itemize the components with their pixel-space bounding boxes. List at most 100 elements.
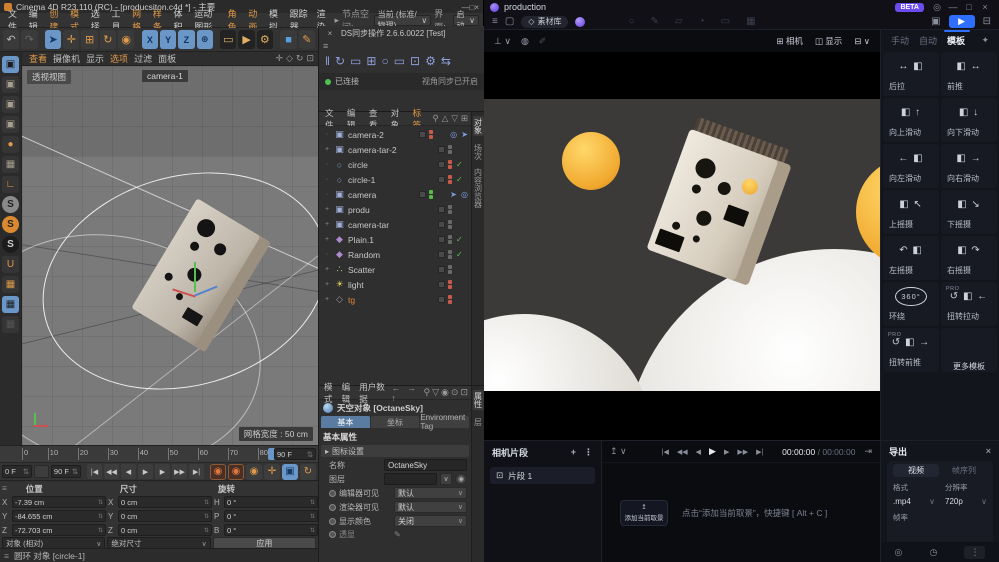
key-position-toggle[interactable]: ✛ — [264, 464, 280, 480]
hud-view-label[interactable]: 透视视图 — [27, 70, 71, 84]
pencil-icon[interactable]: ✎ — [394, 530, 401, 539]
prev-key-button[interactable]: ◀◀ — [677, 448, 688, 456]
add-current-view-button[interactable]: ↥ 添加当前取景 — [620, 500, 668, 526]
undo-icon[interactable]: ↶ — [3, 30, 19, 49]
grid-array-icon[interactable]: ▦ — [2, 156, 19, 173]
visibility-dots[interactable] — [448, 295, 453, 304]
render-picture-viewer-icon[interactable]: ▶ — [238, 30, 254, 49]
snap-magnet-icon[interactable]: U — [2, 256, 19, 273]
editor-toggle[interactable] — [438, 251, 445, 258]
object-name[interactable]: Plain.1 — [348, 235, 374, 245]
camera-move-preset[interactable]: ◧ ↔ 前推 — [941, 52, 997, 96]
radio-icon[interactable] — [329, 490, 336, 497]
camera-sync-icon[interactable]: ▭ — [350, 54, 361, 68]
autokey-button[interactable]: ◉ — [228, 464, 244, 480]
help-icon[interactable]: ◎ — [929, 2, 945, 13]
export-tab[interactable]: 视频 — [893, 464, 939, 477]
camera-move-preset[interactable]: ↔ ◧ 后拉 — [883, 52, 939, 96]
sidebar-tab[interactable]: 手动 — [891, 34, 909, 47]
live-selection-icon[interactable]: ➤ — [45, 30, 61, 49]
position-input[interactable]: -72.703 cm⇅ — [12, 524, 106, 536]
video-camera-button[interactable]: ▶ — [949, 15, 975, 28]
attribute-select[interactable]: 默认∨ — [394, 487, 467, 499]
separator[interactable] — [136, 30, 139, 49]
rotate-view-icon[interactable]: ↻ — [296, 53, 304, 64]
visibility-dots[interactable] — [448, 205, 453, 214]
expand-toggle[interactable]: + — [323, 236, 331, 243]
model-mode-icon[interactable]: ▣ — [2, 76, 19, 93]
close-icon[interactable]: × — [986, 446, 991, 456]
object-tags[interactable]: ◎ ➤ — [450, 130, 469, 139]
position-input[interactable]: -7.39 cm⇅ — [12, 496, 106, 508]
axis-gizmo-y[interactable] — [194, 262, 196, 292]
settings-icon[interactable]: ✦ — [981, 35, 989, 46]
tripod-icon[interactable]: ⊥ ∨ — [494, 36, 511, 47]
help-icon[interactable]: ◎ — [895, 547, 903, 558]
share-button[interactable]: ↥ ∨ — [610, 446, 627, 457]
z-axis-lock-icon[interactable]: Z — [178, 30, 194, 49]
viewport-menu-item[interactable]: 过滤 — [131, 52, 155, 65]
object-row[interactable]: · ▣ camera ➤ ◎ — [319, 187, 471, 202]
visibility-dots[interactable] — [448, 265, 453, 274]
clips-more-button[interactable]: ⋮ — [584, 447, 593, 458]
timeline-ruler[interactable]: 01020304050607080 90 F⇅ — [0, 445, 318, 462]
resolution-select[interactable]: 720p∨ — [945, 497, 987, 506]
search-icon[interactable]: ⚲ — [424, 387, 431, 398]
enabled-check-icon[interactable]: ✓ — [456, 235, 466, 244]
editor-toggle[interactable] — [438, 161, 445, 168]
visibility-dots[interactable] — [429, 190, 434, 199]
hud-camera-label[interactable]: camera-1 — [142, 70, 188, 82]
visibility-dots[interactable] — [448, 160, 453, 169]
editor-toggle[interactable] — [438, 221, 445, 228]
visibility-dots[interactable] — [448, 145, 453, 154]
pen-spline-icon[interactable]: ✎ — [299, 30, 315, 49]
object-row[interactable]: · ○ circle ✓ — [319, 157, 471, 172]
camera-move-preset[interactable]: ↶ ◧ 左摇摄 — [883, 236, 939, 280]
object-row[interactable]: · ▣ camera-2 ◎ ➤ — [319, 127, 471, 142]
object-name[interactable]: circle-1 — [348, 175, 375, 185]
keyframe-presets-button[interactable]: ◉ — [246, 464, 262, 480]
rotation-input[interactable]: 0 °⇅ — [224, 524, 318, 536]
monitor-icon[interactable]: ⊟ — [983, 16, 991, 27]
rotation-input[interactable]: 0 °⇅ — [224, 510, 318, 522]
editor-toggle[interactable] — [438, 236, 445, 243]
cube-export-icon[interactable]: ⊡ — [410, 54, 420, 68]
avatar[interactable] — [575, 17, 585, 27]
viewport-3d[interactable]: 透视视图 camera-1 网格宽度 : 50 cm — [22, 66, 318, 445]
enable-axis-icon[interactable]: ∟ — [2, 176, 19, 193]
rotation-input[interactable]: 0 °⇅ — [224, 496, 318, 508]
add-clip-button[interactable]: + — [571, 447, 576, 457]
photo-camera-icon[interactable]: ▣ — [931, 16, 940, 27]
next-key-button[interactable]: ▶▶ — [172, 464, 187, 479]
prev-frame-button[interactable]: ◀ — [121, 464, 136, 479]
dolly-view-icon[interactable]: ◇ — [286, 53, 293, 64]
separator[interactable] — [40, 30, 43, 49]
expand-toggle[interactable]: + — [323, 281, 331, 288]
viewport-menu-item[interactable]: 显示 — [83, 52, 107, 65]
am-side-tab[interactable]: 层 — [473, 418, 484, 426]
key-rotation-toggle[interactable]: ↻ — [300, 464, 316, 480]
maximize-button[interactable]: □ — [961, 2, 977, 13]
expand-tracks-icon[interactable]: ⇥ — [864, 446, 872, 457]
visibility-dots[interactable] — [448, 235, 453, 244]
edges-mode-icon[interactable]: S — [2, 216, 19, 233]
expand-toggle[interactable]: + — [323, 266, 331, 273]
camera-move-preset[interactable]: ◧ ↖ 上摇摄 — [883, 190, 939, 234]
grid-icon[interactable]: ▦ — [746, 16, 755, 27]
texture-mode-icon[interactable]: ▣ — [2, 96, 19, 113]
expand-toggle[interactable]: · — [323, 161, 331, 168]
object-row[interactable]: · ○ circle-1 ✓ — [319, 172, 471, 187]
icon-settings-fold[interactable]: ▸图标设置 — [321, 445, 469, 457]
y-axis-lock-icon[interactable]: Y — [160, 30, 176, 49]
gears-icon[interactable]: ⚙ — [425, 54, 436, 68]
editor-toggle[interactable] — [438, 266, 445, 273]
object-row[interactable]: + ▣ camera-tar-2 — [319, 142, 471, 157]
enabled-check-icon[interactable]: ✓ — [456, 175, 466, 184]
camera-move-preset[interactable]: ◧ ↷ 右摇摄 — [941, 236, 997, 280]
am-side-tab[interactable]: 属性 — [473, 390, 484, 410]
viewport-menu-item[interactable]: 查看 — [26, 52, 50, 65]
visibility-dots[interactable] — [448, 280, 453, 289]
object-name[interactable]: camera-tar — [348, 220, 389, 230]
visibility-dots[interactable] — [448, 175, 453, 184]
light-sync-icon[interactable]: ○ — [381, 54, 388, 68]
